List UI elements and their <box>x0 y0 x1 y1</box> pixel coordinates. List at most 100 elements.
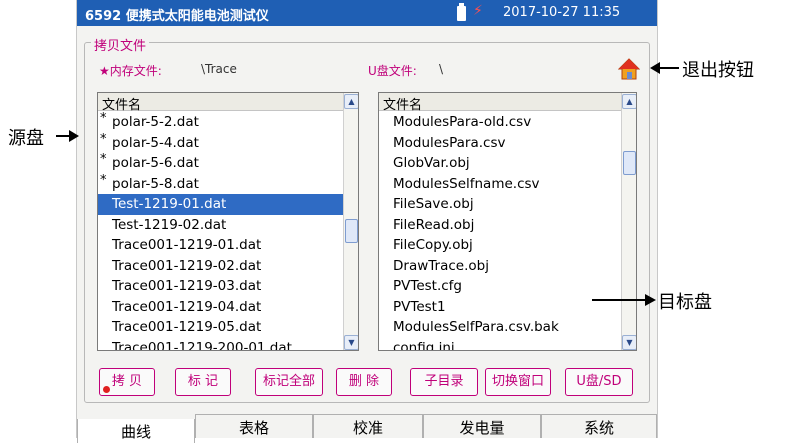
list-item[interactable]: * polar-5-4.dat <box>98 131 343 154</box>
list-item[interactable]: Trace001-1219-04.dat <box>98 297 343 318</box>
scroll-up-icon[interactable]: ▲ <box>344 94 358 109</box>
tab-system[interactable]: 系统 <box>541 414 657 438</box>
app-title: 6592 便携式太阳能电池测试仪 <box>85 9 269 24</box>
source-path-label: ★内存文件: <box>99 64 162 78</box>
arrow-right-icon <box>645 294 656 306</box>
source-scrollbar[interactable]: ▲ ▼ <box>343 93 358 350</box>
list-item[interactable]: Trace001-1219-200-01.dat <box>98 338 343 351</box>
file-name: Trace001-1219-01.dat <box>112 237 262 253</box>
file-name: Test-1219-02.dat <box>112 216 227 233</box>
mark-all-button[interactable]: 标记全部 <box>255 368 323 396</box>
file-name: ModulesPara.csv <box>393 134 506 151</box>
target-rows: ModulesPara-old.csv ModulesPara.csv GlobVa… <box>379 112 621 351</box>
list-item[interactable]: * polar-5-2.dat <box>98 111 343 133</box>
title-bar: 6592 便携式太阳能电池测试仪 ⚡ 2017-10-27 11:35 <box>77 0 657 26</box>
arrow-right-icon <box>69 130 79 142</box>
file-name: ModulesSelfname.csv <box>393 175 540 192</box>
mark-star: * <box>100 172 107 188</box>
list-item[interactable]: FileRead.obj <box>379 215 621 236</box>
home-icon[interactable] <box>618 58 640 80</box>
list-item[interactable]: ModulesSelfPara.csv.bak <box>379 317 621 338</box>
tab-curve[interactable]: 曲线 <box>77 419 195 443</box>
list-item[interactable]: Test-1219-02.dat <box>98 215 343 236</box>
file-name: DrawTrace.obj <box>393 257 489 274</box>
mark-star: * <box>100 152 107 167</box>
file-name: ModulesSelfPara.csv.bak <box>393 319 559 335</box>
file-name: Trace001-1219-02.dat <box>112 257 262 274</box>
group-title: 拷贝文件 <box>91 35 150 54</box>
file-name: GlobVar.obj <box>393 155 470 171</box>
file-name: Trace001-1219-200-01.dat <box>112 339 292 351</box>
tab-calibration[interactable]: 校准 <box>313 414 423 438</box>
scroll-thumb[interactable] <box>623 151 636 175</box>
file-name: PVTest.cfg <box>393 278 462 294</box>
copy-button-label: 拷 贝 <box>111 374 143 389</box>
tab-table[interactable]: 表格 <box>195 414 313 438</box>
scroll-down-icon[interactable]: ▼ <box>622 335 636 350</box>
file-name: polar-5-2.dat <box>112 114 199 130</box>
tab-power-generation[interactable]: 发电量 <box>423 414 541 438</box>
target-file-list[interactable]: 文件名 ModulesPara-old.csv ModulesPara.csv Gl… <box>378 92 637 351</box>
subdirectory-button[interactable]: 子目录 <box>410 368 478 396</box>
file-name: ModulesPara-old.csv <box>393 114 532 130</box>
list-item[interactable]: * polar-5-6.dat <box>98 152 343 174</box>
file-name: polar-5-4.dat <box>112 134 199 151</box>
list-item[interactable]: FileSave.obj <box>379 194 621 215</box>
list-item[interactable]: Trace001-1219-01.dat <box>98 235 343 256</box>
exit-button-annotation: 退出按钮 <box>682 60 754 81</box>
plug-icon: ⚡ <box>473 3 483 19</box>
list-item[interactable]: Trace001-1219-05.dat <box>98 317 343 338</box>
record-dot-icon <box>103 386 110 393</box>
device-screen: 6592 便携式太阳能电池测试仪 ⚡ 2017-10-27 11:35 拷贝文件… <box>76 0 658 443</box>
annotation-line <box>56 135 70 137</box>
source-file-list[interactable]: 文件名 * polar-5-2.dat * polar-5-4.dat * polar-5… <box>97 92 359 351</box>
list-item[interactable]: ModulesPara-old.csv <box>379 112 621 133</box>
annotation-line <box>592 299 646 301</box>
file-name: Trace001-1219-04.dat <box>112 298 262 315</box>
list-item[interactable]: PVTest.cfg <box>379 276 621 297</box>
file-name: PVTest1 <box>393 298 446 315</box>
scroll-thumb[interactable] <box>345 219 358 243</box>
file-name: polar-5-6.dat <box>112 155 199 171</box>
list-item[interactable]: config.ini <box>379 338 621 351</box>
list-item[interactable]: FileCopy.obj <box>379 235 621 256</box>
file-name: FileCopy.obj <box>393 237 473 253</box>
battery-icon <box>457 3 466 21</box>
mark-button[interactable]: 标 记 <box>175 368 231 396</box>
file-name: config.ini <box>393 339 455 351</box>
datetime: 2017-10-27 11:35 <box>503 5 621 20</box>
list-item[interactable]: Trace001-1219-03.dat <box>98 276 343 297</box>
scroll-up-icon[interactable]: ▲ <box>622 94 636 109</box>
list-item[interactable]: GlobVar.obj <box>379 153 621 174</box>
target-list-header: 文件名 <box>379 93 621 113</box>
delete-button[interactable]: 删 除 <box>336 368 392 396</box>
list-item[interactable]: ModulesPara.csv <box>379 133 621 154</box>
list-item[interactable]: Trace001-1219-02.dat <box>98 256 343 277</box>
file-name: Trace001-1219-03.dat <box>112 278 262 294</box>
list-item[interactable]: PVTest1 <box>379 297 621 318</box>
target-path: \ <box>439 62 444 76</box>
source-disk-annotation: 源盘 <box>8 128 44 149</box>
file-name: FileRead.obj <box>393 216 475 233</box>
source-list-header: 文件名 <box>98 93 343 113</box>
target-disk-annotation: 目标盘 <box>658 292 712 313</box>
file-name: Test-1219-01.dat <box>112 196 227 212</box>
list-item[interactable]: ModulesSelfname.csv <box>379 174 621 195</box>
annotation-line <box>659 67 679 69</box>
target-scrollbar[interactable]: ▲ ▼ <box>621 93 636 350</box>
list-item[interactable]: * polar-5-8.dat <box>98 172 343 195</box>
scroll-down-icon[interactable]: ▼ <box>344 335 358 350</box>
source-path: \Trace <box>201 62 237 76</box>
copy-button[interactable]: 拷 贝 <box>99 368 155 396</box>
mark-star: * <box>100 131 107 147</box>
file-name: Trace001-1219-05.dat <box>112 319 262 335</box>
switch-window-button[interactable]: 切换窗口 <box>485 368 551 396</box>
mark-star: * <box>100 111 107 126</box>
source-rows: * polar-5-2.dat * polar-5-4.dat * polar-5-6.d… <box>98 111 343 351</box>
file-name: polar-5-8.dat <box>112 175 199 192</box>
target-path-label: U盘文件: <box>368 64 417 78</box>
list-item[interactable]: DrawTrace.obj <box>379 256 621 277</box>
list-item[interactable]: Test-1219-01.dat <box>98 194 343 215</box>
file-name: FileSave.obj <box>393 196 474 212</box>
usb-sd-button[interactable]: U盘/SD <box>565 368 633 396</box>
